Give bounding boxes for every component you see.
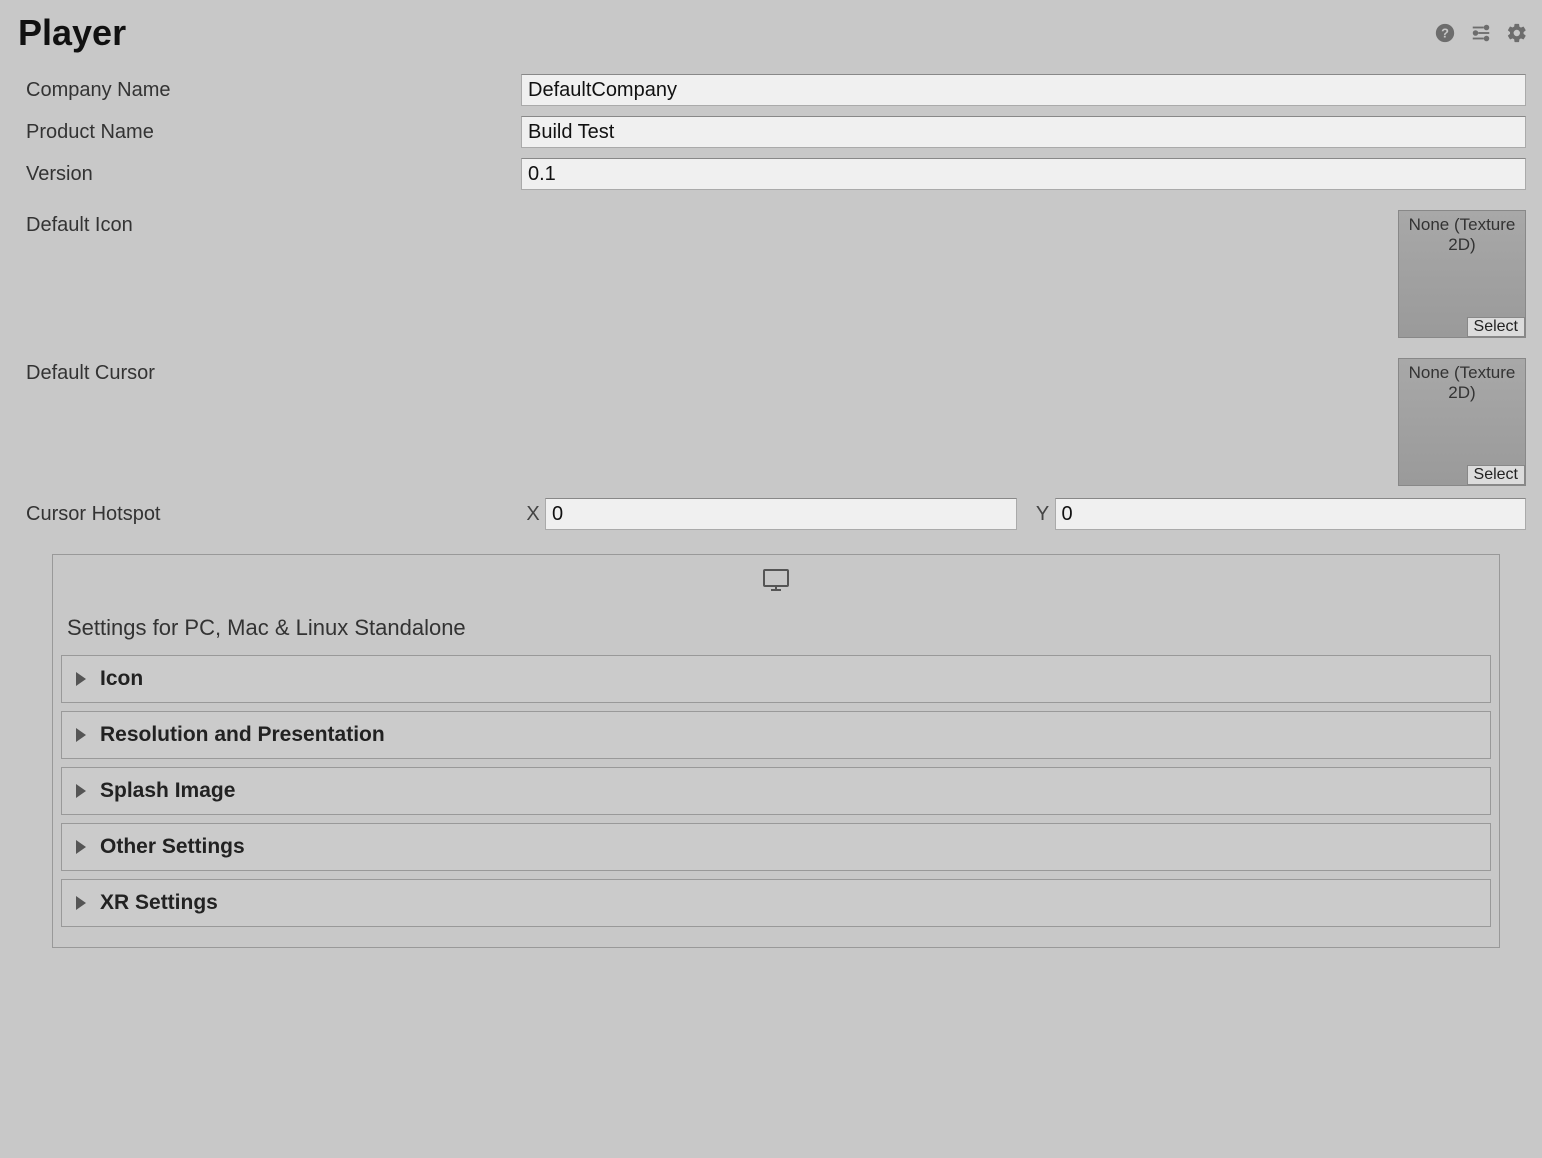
default-icon-select-button[interactable]: Select [1467, 317, 1525, 337]
product-name-label: Product Name [26, 121, 521, 144]
version-input[interactable] [521, 158, 1526, 190]
default-icon-row: Default Icon None (Texture 2D) Select [26, 210, 1526, 338]
hotspot-y-input[interactable] [1055, 498, 1527, 530]
foldout-xr-settings[interactable]: XR Settings [61, 879, 1491, 927]
chevron-right-icon [76, 784, 86, 798]
company-name-row: Company Name [26, 74, 1526, 106]
default-icon-label: Default Icon [26, 210, 1398, 237]
default-cursor-picker[interactable]: None (Texture 2D) Select [1398, 358, 1526, 486]
chevron-right-icon [76, 672, 86, 686]
cursor-hotspot-row: Cursor Hotspot X Y [26, 498, 1526, 530]
help-icon[interactable]: ? [1434, 22, 1456, 44]
foldout-resolution-and-presentation[interactable]: Resolution and Presentation [61, 711, 1491, 759]
foldout-splash-image[interactable]: Splash Image [61, 767, 1491, 815]
hotspot-x-input[interactable] [545, 498, 1017, 530]
player-form: Company Name Product Name Version Defaul… [0, 74, 1542, 948]
foldout-resolution-label: Resolution and Presentation [100, 723, 385, 747]
default-icon-picker[interactable]: None (Texture 2D) Select [1398, 210, 1526, 338]
hotspot-x-label: X [521, 503, 545, 526]
platform-panel: Settings for PC, Mac & Linux Standalone … [52, 554, 1500, 948]
chevron-right-icon [76, 896, 86, 910]
platform-tabbar [53, 555, 1499, 615]
svg-text:?: ? [1441, 26, 1449, 41]
platform-settings-title: Settings for PC, Mac & Linux Standalone [53, 615, 1499, 655]
gear-icon[interactable] [1506, 22, 1528, 44]
company-name-input[interactable] [521, 74, 1526, 106]
foldout-icon-label: Icon [100, 667, 143, 691]
presets-icon[interactable] [1470, 22, 1492, 44]
foldout-icon[interactable]: Icon [61, 655, 1491, 703]
foldout-splash-label: Splash Image [100, 779, 235, 803]
version-label: Version [26, 163, 521, 186]
default-cursor-select-button[interactable]: Select [1467, 465, 1525, 485]
header-icons: ? [1434, 22, 1528, 44]
foldout-other-settings[interactable]: Other Settings [61, 823, 1491, 871]
standalone-platform-icon[interactable] [761, 567, 791, 599]
cursor-hotspot-label: Cursor Hotspot [26, 503, 521, 526]
foldout-xr-label: XR Settings [100, 891, 218, 915]
foldout-other-label: Other Settings [100, 835, 245, 859]
company-name-label: Company Name [26, 79, 521, 102]
product-name-row: Product Name [26, 116, 1526, 148]
default-icon-none-text: None (Texture 2D) [1399, 215, 1525, 255]
default-cursor-none-text: None (Texture 2D) [1399, 363, 1525, 403]
header-bar: Player ? [0, 0, 1542, 74]
chevron-right-icon [76, 840, 86, 854]
chevron-right-icon [76, 728, 86, 742]
default-cursor-row: Default Cursor None (Texture 2D) Select [26, 358, 1526, 486]
version-row: Version [26, 158, 1526, 190]
hotspot-y-label: Y [1031, 503, 1055, 526]
default-cursor-label: Default Cursor [26, 358, 1398, 385]
page-title: Player [18, 12, 126, 54]
product-name-input[interactable] [521, 116, 1526, 148]
